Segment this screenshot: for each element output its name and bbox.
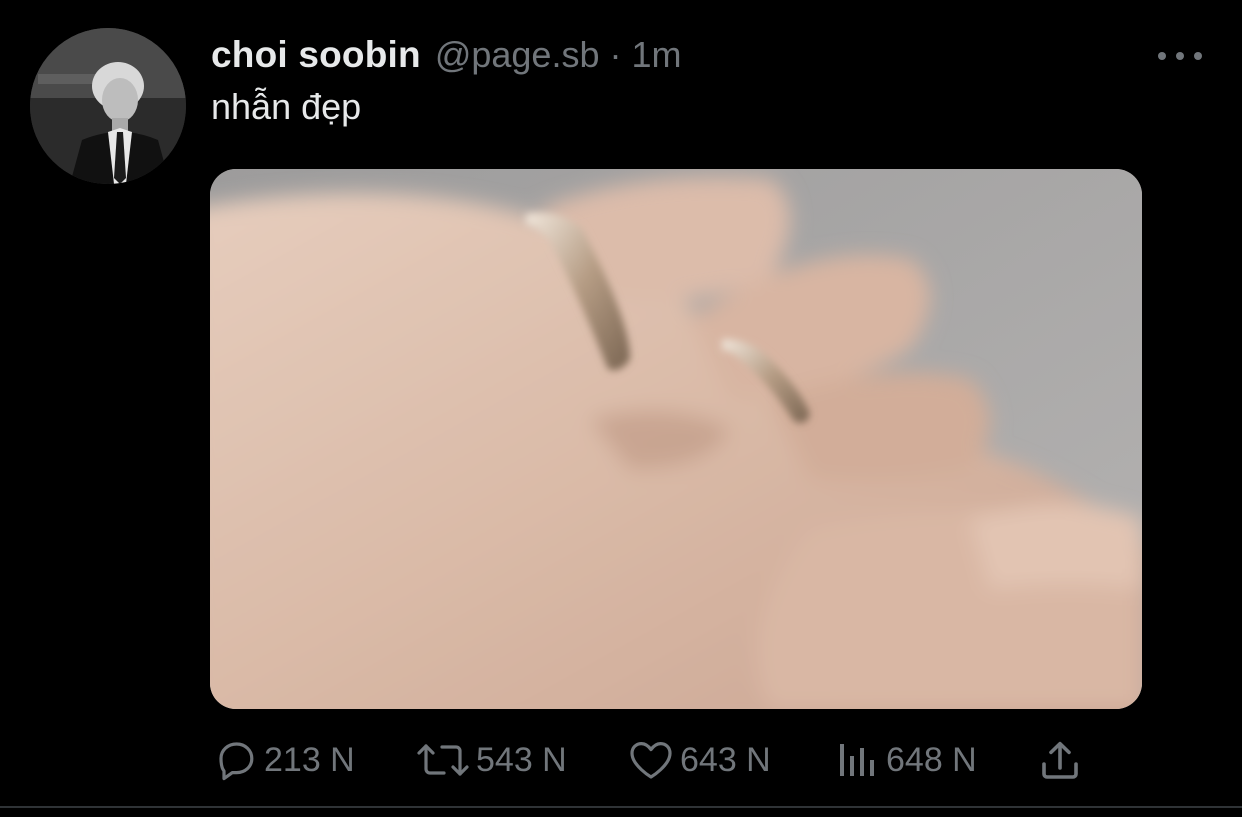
more-dot-icon [1176, 52, 1184, 60]
hand-ring-photo [210, 169, 1142, 709]
share-icon [1042, 741, 1078, 779]
more-dot-icon [1158, 52, 1166, 60]
tweet-header: choi soobin @page.sb · 1m [211, 34, 681, 80]
heart-icon [630, 742, 672, 779]
bottom-divider [0, 806, 1242, 808]
tweet-card[interactable]: choi soobin @page.sb · 1m nhẫn đẹp 213 N… [0, 0, 1242, 817]
tweet-media-image[interactable] [210, 169, 1142, 709]
tweet-actions-bar: 213 N 543 N 643 N 648 N [212, 733, 1092, 787]
views-button[interactable]: 648 N [834, 733, 977, 787]
reply-icon [219, 742, 254, 781]
display-name[interactable]: choi soobin [211, 34, 421, 76]
user-handle[interactable]: @page.sb [435, 34, 600, 76]
retweet-count: 543 N [476, 740, 567, 779]
reply-button[interactable]: 213 N [212, 733, 355, 787]
more-dot-icon [1194, 52, 1202, 60]
tweet-text: nhẫn đẹp [211, 86, 362, 127]
timestamp[interactable]: 1m [631, 34, 681, 76]
like-button[interactable]: 643 N [626, 733, 771, 787]
share-button[interactable] [1036, 733, 1084, 787]
retweet-icon [417, 744, 469, 776]
like-count: 643 N [680, 740, 771, 779]
views-count: 648 N [886, 740, 977, 779]
more-options-button[interactable] [1158, 44, 1202, 68]
retweet-button[interactable]: 543 N [414, 733, 567, 787]
reply-count: 213 N [264, 740, 355, 779]
avatar[interactable] [30, 28, 186, 184]
separator-dot: · [609, 34, 622, 75]
views-icon [840, 744, 874, 776]
avatar-photo [30, 28, 186, 184]
